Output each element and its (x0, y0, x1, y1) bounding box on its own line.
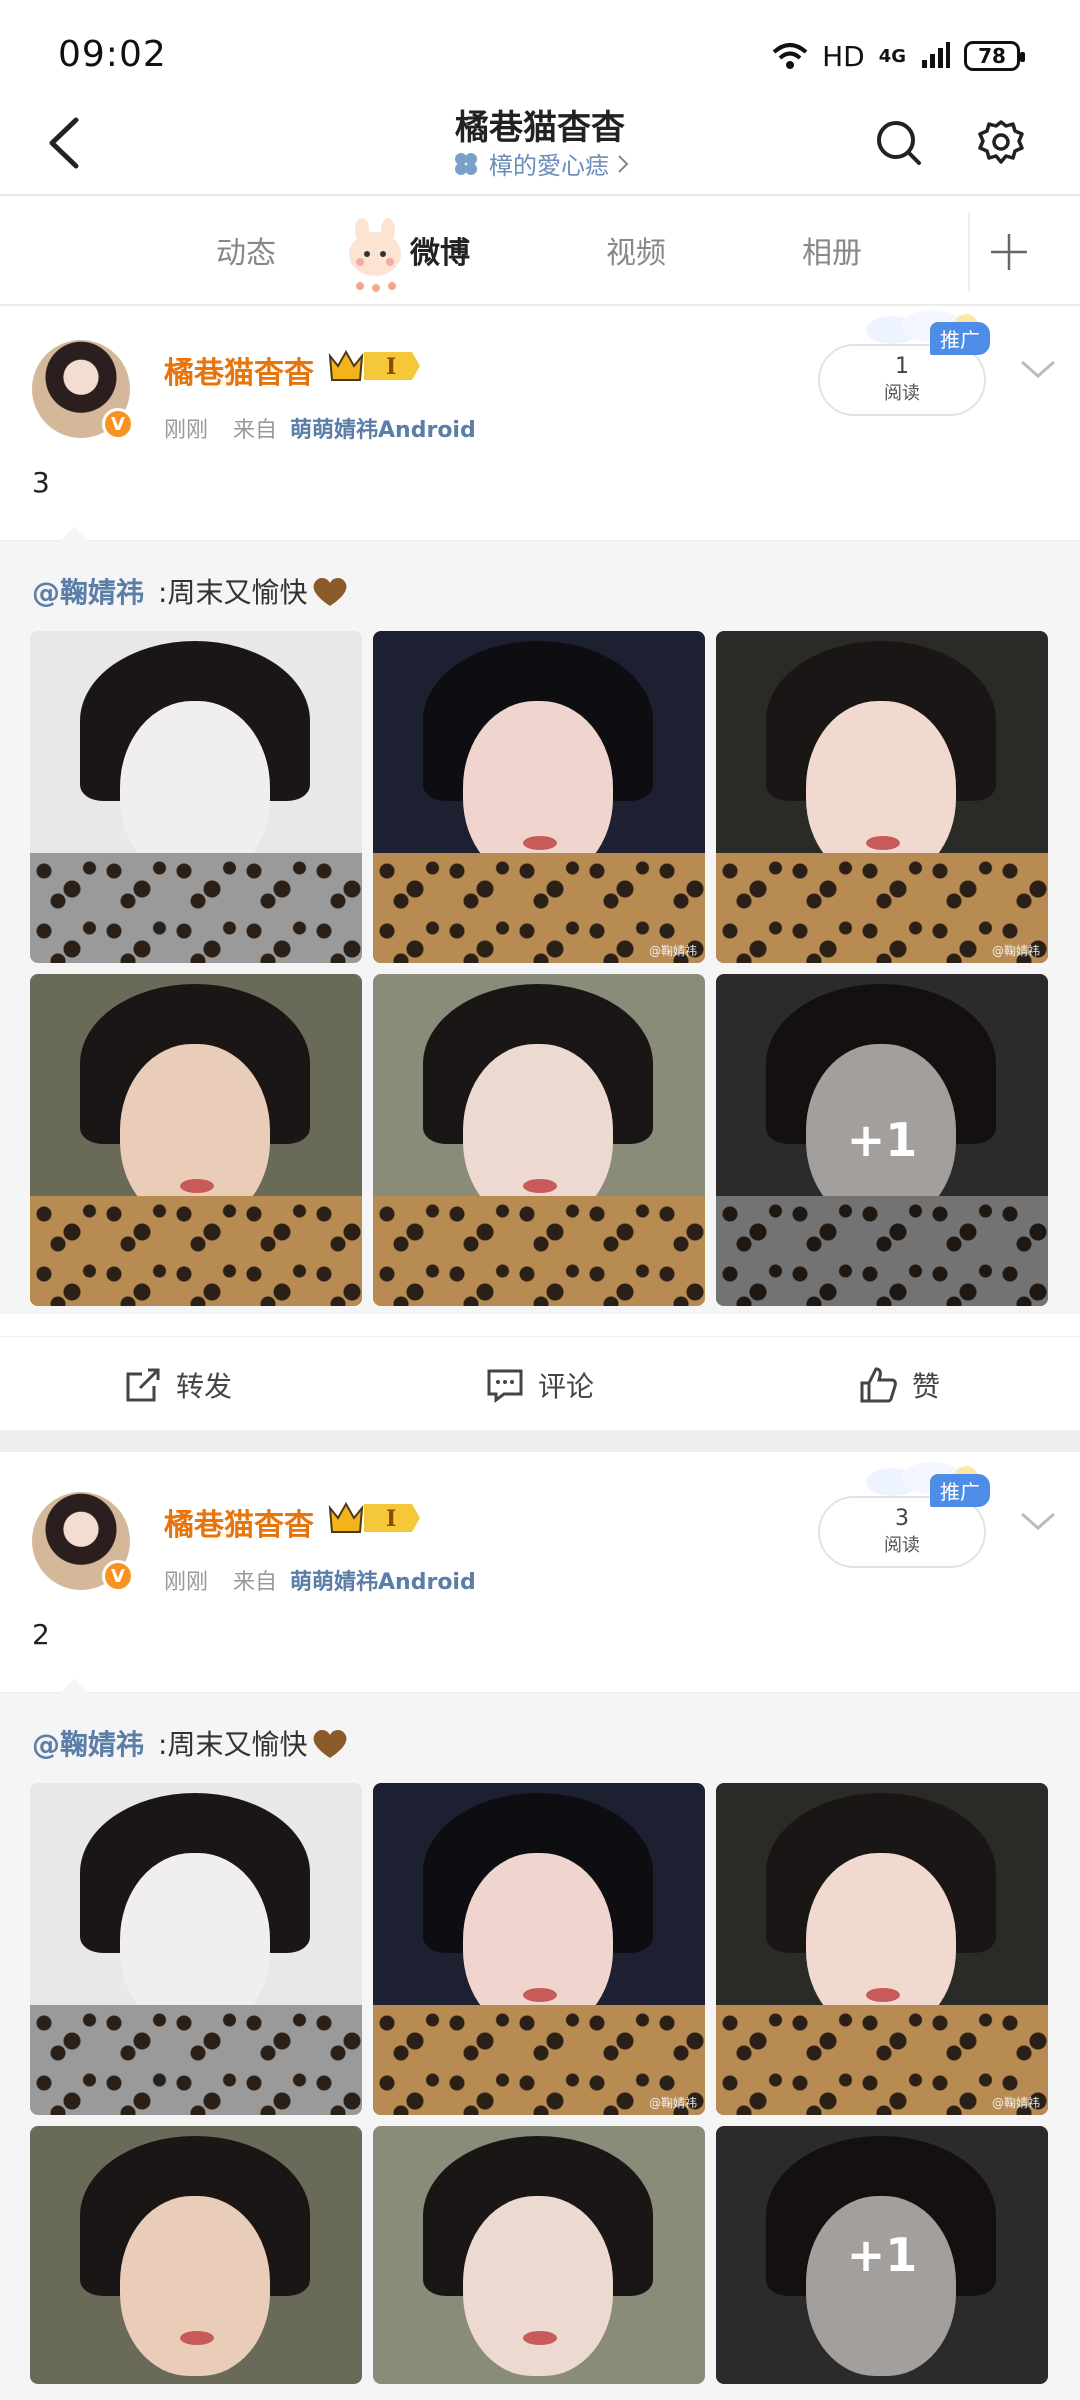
photo-thumbnail[interactable] (30, 631, 362, 963)
photo-thumbnail[interactable] (30, 974, 362, 1306)
photo-thumbnail[interactable] (30, 1783, 362, 2115)
post-time: 刚刚 (164, 1570, 209, 1595)
status-icons: HD 4G 78 (772, 36, 1025, 76)
share-icon (126, 1368, 160, 1402)
tab-album[interactable]: 相册 (802, 228, 862, 272)
post-time: 刚刚 (164, 418, 209, 443)
settings-button[interactable] (966, 108, 1036, 178)
repost-pointer (60, 1679, 88, 1693)
status-time: 09:02 (58, 34, 167, 75)
thumbs-up-icon (860, 1367, 897, 1403)
photo-thumbnail[interactable]: +1 (716, 2126, 1048, 2384)
vip-level: I (386, 354, 396, 380)
repost-mention[interactable]: @鞠婧祎 (32, 571, 144, 611)
forward-button[interactable]: 转发 (124, 1365, 232, 1405)
promote-badge[interactable]: 推广 (930, 1474, 990, 1507)
plus-icon (991, 234, 1027, 270)
read-label: 阅读 (884, 1535, 920, 1556)
photo-thumbnail[interactable]: @鞠婧祎 (716, 631, 1048, 963)
status-bar: 09:02 HD 4G 78 (0, 0, 1080, 100)
vip-level: I (386, 1506, 396, 1532)
repost-text: :周末又愉快 (158, 1728, 308, 1761)
vip-crown-badge-icon: I (328, 349, 420, 381)
photo-watermark: @鞠婧祎 (648, 944, 697, 958)
brown-heart-icon (313, 577, 347, 606)
wifi-icon (772, 43, 808, 69)
repost-block[interactable]: @鞠婧祎 :周末又愉快 @鞠婧祎 @鞠婧祎 +1 (0, 527, 1080, 1314)
signal-icon (922, 42, 950, 68)
network-label: HD (822, 39, 865, 73)
photo-thumbnail[interactable]: @鞠婧祎 (373, 1783, 705, 2115)
repost-pointer (60, 527, 88, 541)
from-label: 来自 (233, 1570, 278, 1595)
battery-icon: 78 (964, 41, 1025, 71)
chevron-right-icon (618, 154, 629, 173)
repost-block[interactable]: @鞠婧祎 :周末又愉快 @鞠婧祎 @鞠婧祎 +1 (0, 1679, 1080, 2400)
tab-dynamic[interactable]: 动态 (216, 228, 276, 272)
read-label: 阅读 (884, 383, 920, 404)
post-source[interactable]: 萌萌婧祎Android (290, 418, 476, 443)
chevron-down-icon[interactable] (1018, 354, 1058, 384)
post-username[interactable]: 橘巷猫杳杳 (164, 1500, 314, 1544)
comment-button[interactable]: 评论 (486, 1365, 594, 1405)
comment-icon (487, 1369, 523, 1403)
vip-crown-badge-icon: I (328, 1501, 420, 1533)
more-photos-count: +1 (716, 2126, 1048, 2384)
post-separator (0, 1430, 1080, 1452)
search-icon (877, 121, 921, 165)
battery-level: 78 (978, 44, 1006, 68)
from-label: 来自 (233, 418, 278, 443)
comment-label: 评论 (538, 1370, 595, 1403)
verified-badge-icon: V (102, 1560, 134, 1592)
photo-thumbnail[interactable] (30, 2126, 362, 2384)
post-text: 2 (32, 1618, 50, 1651)
read-count: 1 (895, 354, 909, 379)
post-actions: 转发 评论 赞 (0, 1336, 1080, 1430)
subtitle-text: 樟的愛心痣 (489, 152, 609, 180)
repost-mention[interactable]: @鞠婧祎 (32, 1723, 144, 1763)
gear-icon (978, 120, 1024, 164)
post-source[interactable]: 萌萌婧祎Android (290, 1570, 476, 1595)
more-photos-count: +1 (716, 974, 1048, 1306)
tab-weibo[interactable]: 微博 (410, 228, 470, 272)
tab-video[interactable]: 视频 (606, 228, 666, 272)
chevron-down-icon[interactable] (1018, 1506, 1058, 1536)
photo-thumbnail[interactable]: +1 (716, 974, 1048, 1306)
like-label: 赞 (912, 1370, 941, 1403)
photo-thumbnail[interactable] (373, 974, 705, 1306)
repost-line: @鞠婧祎 :周末又愉快 (32, 571, 349, 611)
avatar[interactable]: V (32, 1492, 134, 1592)
bunny-sticker-icon (349, 218, 401, 292)
clover-icon (455, 152, 477, 175)
read-count: 3 (895, 1506, 909, 1531)
brown-heart-icon (313, 1729, 347, 1758)
profile-header: 橘巷猫杳杳 樟的愛心痣 (0, 100, 1080, 196)
signal-label: 4G (878, 45, 906, 67)
add-tab-button[interactable] (968, 212, 1048, 292)
promote-badge[interactable]: 推广 (930, 322, 990, 355)
photo-watermark: @鞠婧祎 (991, 2096, 1040, 2110)
profile-tabs: 动态 微博 视频 相册 (0, 198, 1080, 306)
forward-label: 转发 (176, 1370, 233, 1403)
repost-line: @鞠婧祎 :周末又愉快 (32, 1723, 349, 1763)
verified-badge-icon: V (102, 408, 134, 440)
post-username[interactable]: 橘巷猫杳杳 (164, 348, 314, 392)
photo-thumbnail[interactable]: @鞠婧祎 (373, 631, 705, 963)
search-button[interactable] (864, 108, 934, 178)
post-card[interactable]: V 橘巷猫杳杳 I 刚刚 来自 萌萌婧祎Android 1 阅读 推广 3 @鞠… (0, 308, 1080, 1448)
post-meta: 刚刚 来自 萌萌婧祎Android (164, 1564, 476, 1596)
photo-thumbnail[interactable] (373, 2126, 705, 2384)
post-card[interactable]: V 橘巷猫杳杳 I 刚刚 来自 萌萌婧祎Android 3 阅读 推广 2 @鞠… (0, 1460, 1080, 2400)
post-text: 3 (32, 466, 50, 499)
photo-thumbnail[interactable]: @鞠婧祎 (716, 1783, 1048, 2115)
photo-watermark: @鞠婧祎 (648, 2096, 697, 2110)
photo-watermark: @鞠婧祎 (991, 944, 1040, 958)
like-button[interactable]: 赞 (858, 1365, 940, 1405)
avatar[interactable]: V (32, 340, 134, 440)
repost-text: :周末又愉快 (158, 576, 308, 609)
post-meta: 刚刚 来自 萌萌婧祎Android (164, 412, 476, 444)
